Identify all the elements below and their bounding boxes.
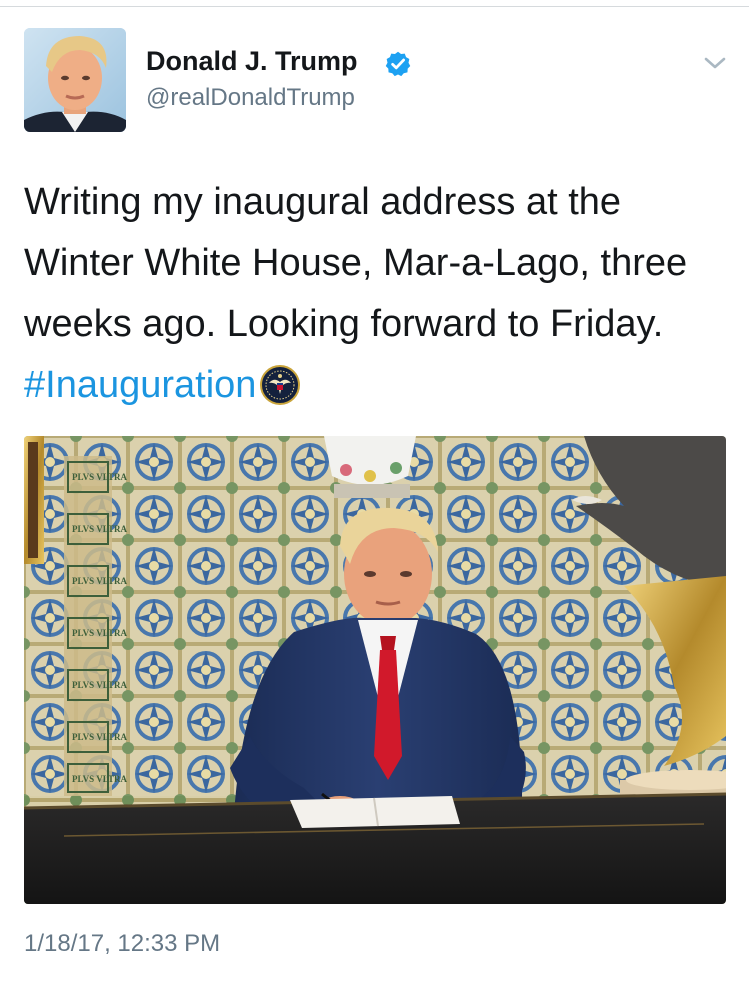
tweet-timestamp[interactable]: 1/18/17, 12:33 PM — [24, 930, 220, 958]
inscription-text: PLVS VLTRA — [72, 576, 127, 586]
inscription-text: PLVS VLTRA — [72, 732, 127, 742]
verified-badge-icon — [385, 51, 411, 77]
presidential-seal-icon[interactable] — [260, 365, 301, 405]
tweet-text: Writing my inaugural address at the Wint… — [24, 172, 734, 416]
inscription-text: PLVS VLTRA — [72, 524, 127, 534]
tweet-photo[interactable]: PLVS VLTRA PLVS VLTRA PLVS VLTRA PLVS VL… — [24, 436, 726, 904]
author-name[interactable]: Donald J. Trump — [146, 46, 358, 77]
inscription-text: PLVS VLTRA — [72, 472, 127, 482]
inscription-text: PLVS VLTRA — [72, 680, 127, 690]
hashtag-link[interactable]: #Inauguration — [24, 364, 256, 406]
tweet-text-line: Winter White House, Mar-a-Lago, three — [24, 242, 688, 284]
inscription-text: PLVS VLTRA — [72, 774, 127, 784]
top-divider — [0, 6, 749, 7]
tweet-text-line: weeks ago. Looking forward to Friday. — [24, 303, 664, 345]
avatar[interactable] — [24, 28, 126, 132]
author-handle[interactable]: @realDonaldTrump — [146, 84, 355, 112]
hashtag-line: #Inauguration — [24, 355, 734, 416]
tweet-text-line: Writing my inaugural address at the — [24, 181, 622, 223]
chevron-down-icon[interactable] — [702, 54, 728, 72]
inscription-text: PLVS VLTRA — [72, 628, 127, 638]
